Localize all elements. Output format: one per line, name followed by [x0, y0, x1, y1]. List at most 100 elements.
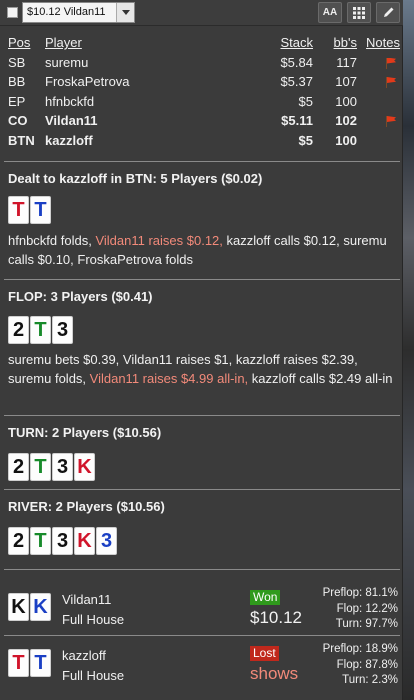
player-name: FroskaPetrova: [45, 74, 130, 89]
player-name: Vildan11: [45, 113, 98, 128]
result-player-name: kazzloff: [62, 648, 106, 663]
result-cards: KK: [8, 593, 51, 621]
playing-card: K: [74, 527, 95, 555]
result-hand: Full House: [62, 668, 125, 683]
pencil-icon: [383, 7, 393, 17]
header-notes[interactable]: Notes: [366, 33, 400, 53]
player-stack: $5: [298, 93, 313, 109]
action-text: hfnbckfd folds,: [8, 233, 96, 248]
player-stack: $5.37: [280, 74, 313, 89]
flag-icon[interactable]: [385, 116, 397, 127]
equity-stats: Preflop: 18.9% Flop: 87.8% Turn: 2.3%: [323, 642, 398, 689]
equity-preflop: Preflop: 18.9%: [322, 643, 398, 655]
result-row: T Tkazzloff Full House Lost shows Preflop: 18…: [0, 641, 403, 691]
equity-flop: Flop: 87.8%: [336, 658, 398, 671]
grid-button[interactable]: [347, 2, 371, 23]
divider: [4, 279, 400, 280]
river-title: RIVER: 2 Players ($10.56): [8, 499, 165, 514]
playing-card: 2: [8, 316, 29, 344]
result-badge: Lost: [250, 646, 279, 661]
player-position: CO: [8, 113, 28, 128]
player-stack: $5.11: [281, 113, 313, 128]
equity-turn: Turn: 97.7%: [335, 618, 398, 630]
turn-title: TURN: 2 Players ($10.56): [8, 425, 162, 440]
playing-card: T: [30, 649, 51, 677]
divider: [4, 635, 400, 636]
grid-icon: [353, 6, 365, 19]
result-player-name: Vildan11: [62, 592, 112, 607]
flag-icon[interactable]: [385, 77, 397, 88]
table-row[interactable]: CO Vildan11 $5.11 102: [0, 111, 403, 131]
preflop-actions: hfnbckfd folds, Vildan11 raises $0.12, k…: [8, 231, 396, 269]
table-row[interactable]: SB suremu $5.84 117: [0, 53, 403, 73]
playing-card: 3: [96, 527, 117, 555]
hero-cards: TT: [8, 196, 51, 224]
table-header: Pos Player Stack bb's Notes: [0, 33, 403, 53]
chevron-down-icon[interactable]: [116, 3, 134, 22]
window-edge: [403, 0, 414, 700]
player-name: kazzloff: [45, 132, 93, 148]
hand-dropdown[interactable]: $10.12 Vildan11: [22, 2, 135, 23]
result-amount: shows: [250, 664, 299, 683]
player-position: BTN: [8, 132, 35, 148]
player-bbs: 102: [335, 113, 357, 128]
playing-card: 3: [52, 453, 73, 481]
divider: [4, 161, 400, 162]
player-name: suremu: [45, 54, 89, 70]
playing-card: K: [8, 593, 29, 621]
players-table: Pos Player Stack bb's Notes SB suremu $5.8…: [0, 33, 403, 150]
font-size-button[interactable]: AA: [318, 2, 342, 23]
river-cards: 2T3K3: [8, 527, 117, 555]
playing-card: T: [30, 316, 51, 344]
equity-stats: Preflop: 81.1% Flop: 12.2% Turn: 97.7%: [323, 586, 398, 633]
result-badge: Won: [250, 590, 281, 605]
result-hand: Full House: [62, 612, 125, 627]
header-player[interactable]: Player: [45, 33, 82, 53]
playing-card: T: [8, 649, 29, 677]
flop-title: FLOP: 3 Players ($0.41): [8, 289, 153, 304]
hand-dropdown-value: $10.12 Vildan11: [27, 6, 106, 18]
header-bbs[interactable]: bb's: [334, 33, 357, 53]
flop-cards: 2T3: [8, 316, 73, 344]
highlighted-action: Vildan11 raises $0.12,: [95, 233, 223, 248]
table-row[interactable]: EP hfnbckfd $5 100: [0, 92, 403, 112]
player-bbs: 107: [335, 74, 357, 89]
player-stack: $5.84: [280, 54, 313, 70]
playing-card: K: [30, 593, 51, 621]
playing-card: T: [30, 196, 51, 224]
flop-actions: suremu bets $0.39, Vildan11 raises $1, k…: [8, 350, 396, 388]
playing-card: 2: [8, 527, 29, 555]
action-text: kazzloff calls $2.49 all-in: [248, 371, 393, 386]
playing-card: K: [74, 453, 95, 481]
divider: [4, 489, 400, 490]
playing-card: 2: [8, 453, 29, 481]
player-stack: $5: [298, 132, 313, 148]
highlighted-action: Vildan11 raises $4.99 all-in,: [89, 371, 249, 386]
table-row[interactable]: BTN kazzloff $5 100: [0, 131, 403, 151]
equity-preflop: Preflop: 81.1%: [322, 587, 398, 599]
result-cards: TT: [8, 649, 51, 677]
player-bbs: 100: [335, 132, 357, 148]
toolbar: $10.12 Vildan11 AA: [0, 0, 403, 26]
divider: [4, 415, 400, 416]
header-pos[interactable]: Pos: [8, 33, 30, 53]
equity-flop: Flop: 12.2%: [336, 602, 398, 615]
equity-turn: Turn: 2.3%: [342, 674, 398, 686]
font-size-icon: AA: [322, 7, 338, 18]
playing-card: T: [30, 527, 51, 555]
player-bbs: 100: [335, 93, 357, 109]
divider: [4, 569, 400, 570]
playing-card: T: [8, 196, 29, 224]
select-checkbox[interactable]: [7, 7, 18, 18]
turn-cards: 2T3K: [8, 453, 95, 481]
edit-button[interactable]: [376, 2, 400, 23]
result-row: K K Vildan11 Full House Won $10.12 Preflop: 81…: [0, 585, 403, 635]
hand-replayer-panel: $10.12 Vildan11 AA Pos Player Stack bb's…: [0, 0, 403, 700]
table-row[interactable]: BB FroskaPetrova $5.37 107: [0, 72, 403, 92]
flag-icon[interactable]: [385, 57, 397, 69]
player-bbs: 117: [336, 54, 357, 70]
header-stack[interactable]: Stack: [280, 33, 313, 53]
playing-card: 3: [52, 316, 73, 344]
result-amount: $10.12: [250, 608, 302, 627]
player-name: hfnbckfd: [45, 93, 95, 109]
